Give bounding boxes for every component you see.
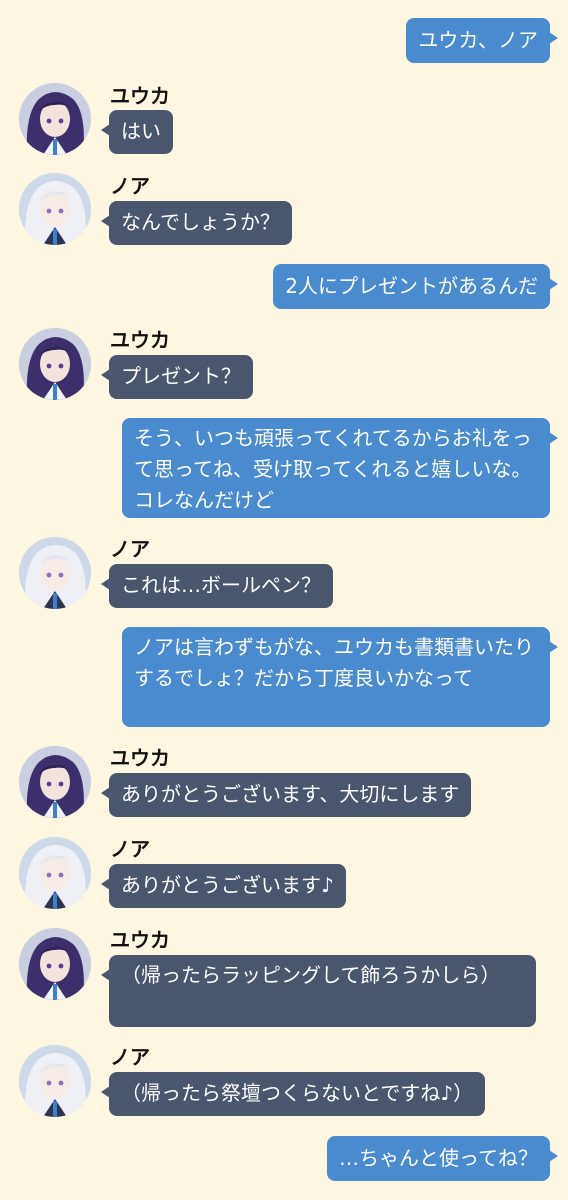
- sent-message: ユウカ、ノア: [406, 18, 558, 63]
- sent-message: そう、いつも頑張ってくれてるからお礼をって思ってね、受け取ってくれると嬉しいな。…: [122, 418, 558, 518]
- received-message: （帰ったら祭壇つくらないとですね♪）: [100, 1072, 486, 1116]
- chat-log: ユウカ、ノア ユウカ はい ノア なんでしょうか？ 2人にプレゼントがあるんだ …: [0, 0, 568, 1200]
- sender-name: ノア: [110, 174, 150, 198]
- received-message: これは…ボールペン？: [101, 564, 333, 608]
- sent-message: 2人にプレゼントがあるんだ: [273, 264, 558, 309]
- sender-name: ユウカ: [110, 928, 170, 952]
- sender-name: ノア: [110, 537, 150, 561]
- avatar-yuuka-icon[interactable]: [19, 83, 91, 155]
- received-message: （帰ったらラッピングして飾ろうかしら）: [101, 955, 536, 1027]
- sender-name: ユウカ: [110, 84, 170, 108]
- received-message: ありがとうございます♪: [101, 864, 346, 908]
- received-message: はい: [101, 110, 173, 154]
- received-message: なんでしょうか？: [101, 201, 292, 245]
- avatar-noa-icon[interactable]: [19, 173, 91, 245]
- avatar-yuuka-icon[interactable]: [19, 928, 91, 1000]
- sender-name: ユウカ: [110, 328, 170, 352]
- avatar-noa-icon[interactable]: [19, 837, 91, 909]
- avatar-yuuka-icon[interactable]: [19, 328, 91, 400]
- sender-name: ノア: [110, 1045, 150, 1069]
- sender-name: ノア: [110, 837, 150, 861]
- avatar-noa-icon[interactable]: [19, 1045, 91, 1117]
- sent-message: …ちゃんと使ってね？: [327, 1136, 558, 1181]
- received-message: プレゼント？: [101, 355, 253, 399]
- sender-name: ユウカ: [110, 746, 170, 770]
- avatar-noa-icon[interactable]: [19, 537, 91, 609]
- avatar-yuuka-icon[interactable]: [19, 746, 91, 818]
- sent-message: ノアは言わずもがな、ユウカも書類書いたりするでしょ？だから丁度良いかなって: [122, 627, 558, 727]
- received-message: ありがとうございます、大切にします: [100, 773, 472, 817]
